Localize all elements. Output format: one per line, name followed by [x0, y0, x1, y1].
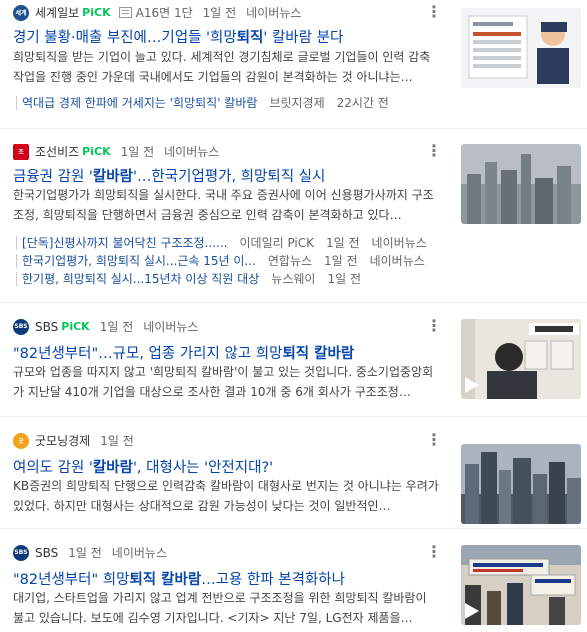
press-name[interactable]: 조선비즈 [35, 143, 79, 160]
related-article[interactable]: 한국기업평가, 희망퇴직 실시...근속 15년 이... 연합뉴스 1일 전 … [16, 252, 425, 269]
related-time: 22시간 전 [336, 96, 389, 110]
press-row: 굿 굿모닝경제 1일 전 [13, 432, 134, 449]
related-time: 1일 전 [327, 272, 361, 286]
pick-badge: PiCK [61, 320, 90, 333]
play-icon[interactable] [465, 377, 479, 393]
naver-news-link[interactable]: 네이버뉴스 [370, 252, 425, 269]
article-thumbnail[interactable] [461, 319, 581, 399]
divider [16, 236, 17, 250]
pick-badge: PiCK [82, 145, 111, 158]
related-press[interactable]: 연합뉴스 [268, 252, 312, 269]
time: 1일 전 [202, 6, 237, 20]
related-title[interactable]: 한기평, 희망퇴직 실시...15년차 이상 직원 대상 [22, 270, 259, 287]
article-thumbnail[interactable] [461, 444, 581, 524]
article-title[interactable]: 금융권 감원 '칼바람'…한국기업평가, 희망퇴직 실시 [13, 165, 443, 186]
related-article[interactable]: 역대급 경제 한파에 거세지는 '희망퇴직' 칼바람 브릿지경제 22시간 전 [16, 94, 389, 111]
related-press[interactable]: 브릿지경제 [269, 94, 324, 111]
divider [16, 272, 17, 286]
play-icon[interactable] [465, 603, 479, 619]
press-logo-icon[interactable]: 굿 [13, 432, 29, 449]
more-options-icon[interactable]: ⋮ [426, 544, 442, 560]
related-title[interactable]: 역대급 경제 한파에 거세지는 '희망퇴직' 칼바람 [22, 94, 257, 111]
time: 1일 전 [68, 546, 102, 560]
press-row: SBS SBS PiCK 1일 전 네이버뉴스 [13, 318, 198, 335]
divider [0, 528, 587, 529]
press-name[interactable]: 굿모닝경제 [35, 432, 90, 449]
press-logo-icon[interactable]: SBS [13, 544, 29, 561]
divider [0, 302, 587, 303]
naver-news-link[interactable]: 네이버뉴스 [143, 318, 198, 335]
divider [0, 416, 587, 417]
related-title[interactable]: [단독]신평사까지 불어닥친 구조조정...... [22, 234, 227, 251]
press-logo-icon[interactable]: 조 [13, 143, 29, 160]
time: 1일 전 [99, 320, 134, 334]
related-press[interactable]: 이데일리 PiCK [239, 234, 314, 251]
time: 1일 전 [100, 434, 134, 448]
article-description[interactable]: 대기업, 스타트업을 가리지 않고 업계 전반으로 구조조정을 위한 희망퇴직 … [13, 588, 440, 628]
article-title[interactable]: 경기 불황·매출 부진에…기업들 '희망퇴직' 칼바람 분다 [13, 26, 443, 47]
divider [16, 254, 17, 268]
related-press[interactable]: 뉴스웨이 [271, 270, 315, 287]
press-name[interactable]: SBS [35, 320, 58, 334]
time: 1일 전 [120, 145, 155, 159]
paper-page: A16면 1단 [135, 6, 193, 20]
press-name[interactable]: SBS [35, 546, 58, 560]
naver-news-link[interactable]: 네이버뉴스 [112, 544, 167, 561]
related-time: 1일 전 [324, 254, 358, 268]
press-row: 세계 세계일보 PiCK A16면 1단 1일 전 네이버뉴스 [13, 4, 301, 21]
press-logo-icon[interactable]: 세계 [13, 4, 29, 21]
article-thumbnail[interactable] [461, 8, 581, 88]
press-row: 조 조선비즈 PiCK 1일 전 네이버뉴스 [13, 143, 219, 160]
article-description[interactable]: 규모와 업종을 따지지 않고 '희망퇴직 칼바람'이 불고 있는 것입니다. 중… [13, 362, 440, 402]
divider [0, 128, 587, 129]
more-options-icon[interactable]: ⋮ [426, 4, 442, 20]
naver-news-link[interactable]: 네이버뉴스 [164, 143, 219, 160]
press-name[interactable]: 세계일보 [35, 4, 79, 21]
press-logo-icon[interactable]: SBS [13, 318, 29, 335]
article-title[interactable]: 여의도 감원 '칼바람', 대형사는 '안전지대?' [13, 456, 443, 477]
related-title[interactable]: 한국기업평가, 희망퇴직 실시...근속 15년 이... [22, 252, 256, 269]
article-description[interactable]: KB증권의 희망퇴직 단행으로 인력감축 칼바람이 대형사로 번지는 것 아니냐… [13, 476, 440, 516]
more-options-icon[interactable]: ⋮ [426, 143, 442, 159]
naver-news-link[interactable]: 네이버뉴스 [246, 4, 301, 21]
article-thumbnail[interactable] [461, 545, 581, 625]
related-time: 1일 전 [326, 236, 360, 250]
article-title[interactable]: "82년생부터" 희망퇴직 칼바람…고용 한파 본격화하나 [13, 568, 443, 589]
article-description[interactable]: 희망퇴직을 받는 기업이 늘고 있다. 세계적인 경기침체로 글로벌 기업들이 … [13, 47, 440, 87]
article-title[interactable]: "82년생부터"…규모, 업종 가리지 않고 희망퇴직 칼바람 [13, 342, 443, 363]
pick-badge: PiCK [82, 6, 111, 19]
naver-news-link[interactable]: 네이버뉴스 [372, 234, 427, 251]
press-row: SBS SBS 1일 전 네이버뉴스 [13, 544, 167, 561]
related-article[interactable]: 한기평, 희망퇴직 실시...15년차 이상 직원 대상 뉴스웨이 1일 전 [16, 270, 361, 287]
related-article[interactable]: [단독]신평사까지 불어닥친 구조조정...... 이데일리 PiCK 1일 전… [16, 234, 427, 251]
more-options-icon[interactable]: ⋮ [426, 318, 442, 334]
article-thumbnail[interactable] [461, 144, 581, 224]
article-description[interactable]: 한국기업평가가 희망퇴직을 실시한다. 국내 주요 증권사에 이어 신용평가사까… [13, 185, 440, 225]
newspaper-icon [118, 7, 132, 18]
more-options-icon[interactable]: ⋮ [426, 432, 442, 448]
divider [16, 96, 17, 110]
